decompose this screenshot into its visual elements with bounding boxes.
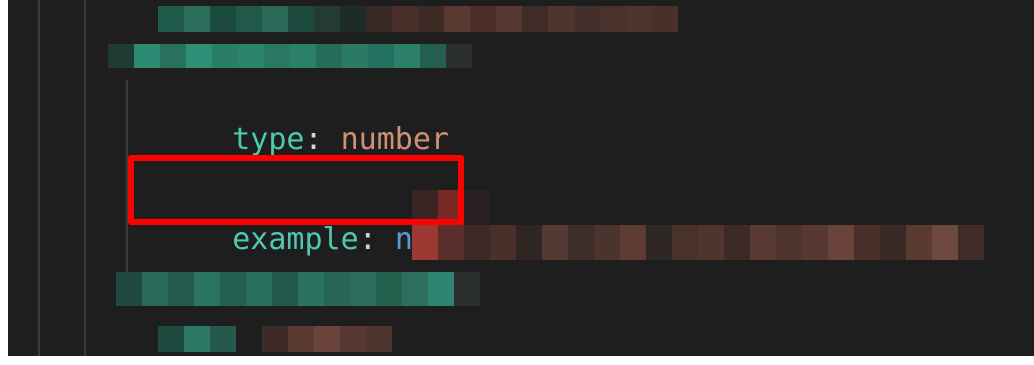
indent-guide [84,0,86,356]
code-line-clipped: format: float [160,135,503,157]
redacted-line [108,44,472,68]
highlight-box [128,155,464,225]
code-line[interactable]: format: float [160,135,503,157]
indent-guide [38,0,40,356]
code-line[interactable]: type: number [160,80,449,157]
redacted-line [116,272,480,306]
code-editor[interactable]: type: number format: float example: null… [8,0,1034,356]
redacted-value [412,190,984,260]
redacted-line [158,6,678,32]
redacted-line [158,326,392,352]
